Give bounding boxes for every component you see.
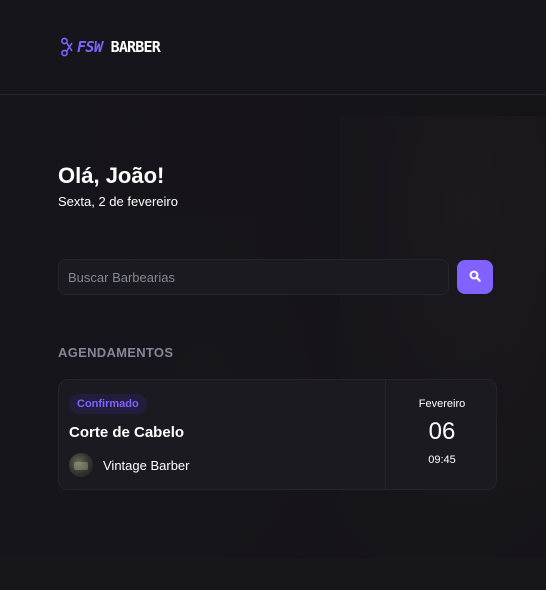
search-input[interactable]: [58, 259, 449, 295]
user-name: João!: [105, 163, 165, 188]
header: FSW BARBER: [0, 0, 546, 95]
bookings-section-title: AGENDAMENTOS: [58, 345, 174, 360]
page: FSW BARBER Olá, João! Sexta, 2 de fevere…: [0, 0, 546, 590]
booking-date: Fevereiro 06 09:45: [385, 380, 496, 489]
search-icon: [469, 270, 481, 285]
greeting-hello: Olá,: [58, 163, 106, 188]
barbershop-info: Vintage Barber: [69, 453, 190, 477]
booking-details: Confirmado Corte de Cabelo Vintage Barbe…: [59, 380, 385, 489]
logo[interactable]: FSW BARBER: [61, 35, 161, 59]
barbershop-name: Vintage Barber: [103, 457, 190, 473]
service-name: Corte de Cabelo: [69, 424, 185, 441]
greeting: Olá, João!: [58, 163, 164, 189]
booking-month: Fevereiro: [418, 398, 466, 410]
status-badge: Confirmado: [69, 394, 147, 414]
booking-day: 06: [428, 418, 456, 445]
booking-time: 09:45: [428, 454, 456, 466]
logo-prefix: FSW: [77, 38, 103, 56]
logo-name: BARBER: [110, 38, 161, 56]
booking-card[interactable]: Confirmado Corte de Cabelo Vintage Barbe…: [58, 379, 497, 490]
barbershop-avatar: [69, 453, 93, 477]
scissors-icon: [61, 37, 73, 57]
search-button[interactable]: [457, 260, 493, 294]
current-date: Sexta, 2 de fevereiro: [58, 194, 178, 209]
